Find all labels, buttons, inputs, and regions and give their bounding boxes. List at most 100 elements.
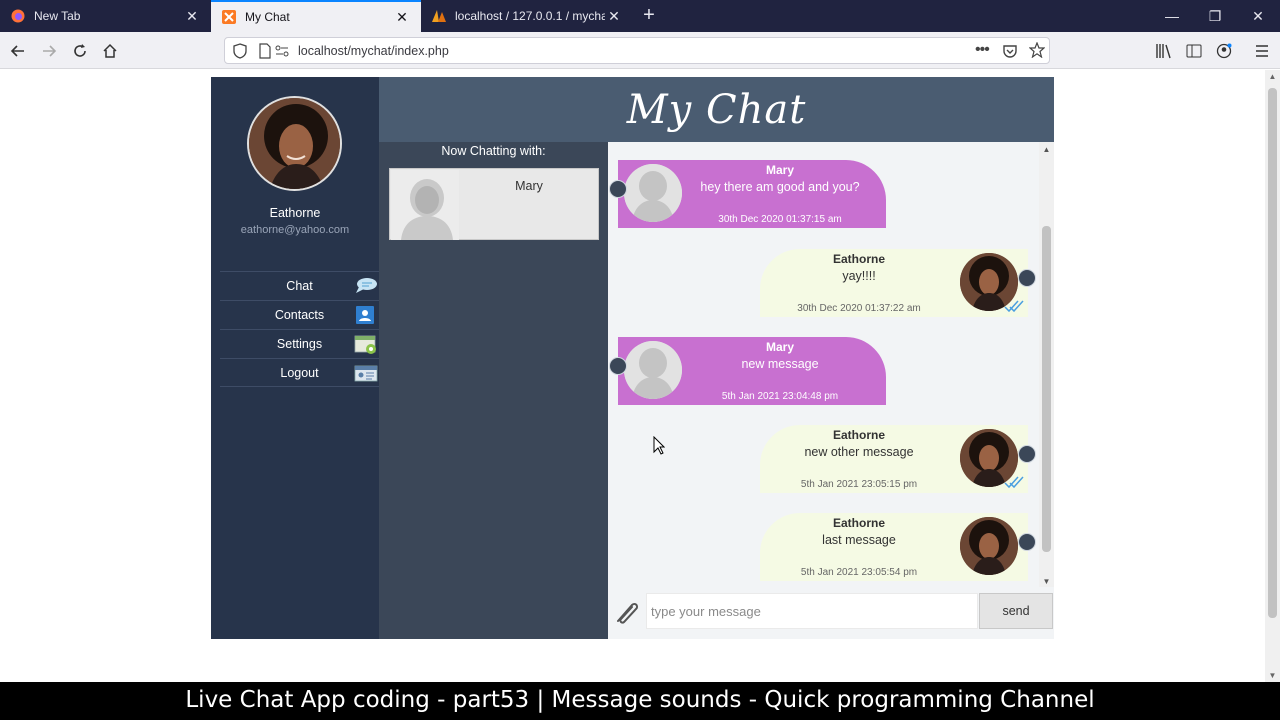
url-bar[interactable]: localhost/mychat/index.php •••: [224, 37, 1050, 64]
status-dot: [1018, 445, 1036, 463]
left-sidebar: Eathorne eathorne@yahoo.com Chat Contact…: [211, 77, 379, 639]
pocket-icon[interactable]: [1002, 43, 1018, 64]
permissions-icon[interactable]: [275, 44, 289, 63]
page-viewport: Eathorne eathorne@yahoo.com Chat Contact…: [0, 70, 1265, 682]
message-input[interactable]: [646, 593, 978, 629]
message-time: 5th Jan 2021 23:05:15 pm: [800, 479, 918, 490]
scroll-thumb[interactable]: [1042, 226, 1051, 552]
sidebar-item-contacts[interactable]: Contacts: [220, 300, 379, 329]
user-avatar: [960, 517, 1018, 575]
tab-label: My Chat: [245, 10, 290, 24]
library-icon[interactable]: [1152, 39, 1176, 63]
contacts-card-icon: [354, 306, 376, 324]
message-time: 30th Dec 2020 01:37:15 am: [718, 214, 842, 225]
page-actions-icon[interactable]: •••: [975, 41, 990, 59]
tab-label: localhost / 127.0.0.1 / mychat_: [455, 9, 605, 23]
message-text: hey there am good and you?: [700, 180, 860, 194]
message-outgoing: Eathorne yay!!!! 30th Dec 2020 01:37:22 …: [760, 249, 1036, 317]
forward-arrow-icon[interactable]: [37, 39, 61, 63]
close-tab-icon[interactable]: ✕: [183, 8, 201, 25]
close-tab-icon[interactable]: ✕: [393, 9, 411, 26]
contact-avatar: [391, 170, 459, 240]
active-contact-card[interactable]: Mary: [389, 168, 599, 240]
close-tab-icon[interactable]: ✕: [605, 8, 623, 25]
video-caption: Live Chat App coding - part53 | Message …: [0, 682, 1280, 720]
contacts-panel: Now Chatting with: Mary: [379, 142, 608, 639]
profile-avatar[interactable]: [247, 96, 342, 191]
read-receipt-icon: [1004, 299, 1026, 313]
reload-icon[interactable]: [68, 39, 92, 63]
contact-name: Mary: [515, 179, 543, 193]
send-button[interactable]: send: [979, 593, 1053, 629]
app-header: My Chat: [379, 77, 1054, 142]
message-text: last message: [822, 533, 896, 547]
logout-icon: [354, 364, 378, 382]
menu-label: Chat: [286, 279, 313, 293]
new-tab-button[interactable]: +: [639, 5, 659, 25]
sidebar-item-settings[interactable]: Settings: [220, 329, 379, 358]
close-window-icon[interactable]: ✕: [1236, 0, 1280, 32]
browser-tab-strip: New Tab ✕ My Chat ✕ localhost / 127.0.0.…: [0, 0, 1280, 32]
contact-avatar: [624, 341, 682, 399]
browser-tab-my-chat[interactable]: My Chat ✕: [211, 0, 421, 32]
messages-scrollbar[interactable]: ▲ ▼: [1039, 142, 1054, 587]
back-arrow-icon[interactable]: [6, 39, 30, 63]
message-incoming: Mary new message 5th Jan 2021 23:04:48 p…: [609, 337, 886, 405]
message-time: 30th Dec 2020 01:37:22 am: [797, 303, 921, 314]
browser-nav-bar: localhost/mychat/index.php •••: [0, 32, 1280, 69]
phpmyadmin-icon: [431, 8, 447, 24]
message-time: 5th Jan 2021 23:04:48 pm: [721, 391, 839, 402]
sidebar-item-logout[interactable]: Logout: [220, 358, 379, 387]
user-email: eathorne@yahoo.com: [240, 224, 350, 236]
bookmark-star-icon[interactable]: [1028, 41, 1046, 63]
contact-avatar: [624, 164, 682, 222]
restore-window-icon[interactable]: ❐: [1193, 0, 1237, 32]
message-time: 5th Jan 2021 23:05:54 pm: [800, 567, 918, 578]
mouse-cursor-icon: [653, 435, 666, 455]
scroll-down-icon[interactable]: ▼: [1041, 577, 1052, 586]
page-scrollbar[interactable]: ▲ ▼: [1265, 70, 1280, 682]
firefox-icon: [10, 8, 26, 24]
now-chatting-heading: Now Chatting with:: [441, 144, 546, 158]
settings-icon: [354, 335, 376, 354]
status-dot: [1018, 269, 1036, 287]
browser-tab-new-tab[interactable]: New Tab ✕: [0, 0, 211, 32]
account-icon[interactable]: [1212, 39, 1236, 63]
read-receipt-icon: [1004, 475, 1026, 489]
scroll-thumb[interactable]: [1268, 88, 1277, 618]
message-sender: Eathorne: [832, 516, 885, 530]
status-dot: [609, 180, 627, 198]
sidebar-item-chat[interactable]: Chat: [220, 271, 379, 300]
messages-area[interactable]: Mary hey there am good and you? 30th Dec…: [608, 142, 1039, 587]
chat-panel: Mary hey there am good and you? 30th Dec…: [608, 142, 1054, 639]
shield-icon[interactable]: [233, 43, 247, 64]
user-name: Eathorne: [269, 206, 321, 220]
home-icon[interactable]: [98, 39, 122, 63]
attachment-paperclip-icon[interactable]: [612, 599, 642, 627]
browser-tab-phpmyadmin[interactable]: localhost / 127.0.0.1 / mychat_ ✕: [421, 0, 633, 32]
message-sender: Mary: [765, 163, 794, 177]
chat-bubble-icon: [354, 277, 377, 295]
message-sender: Eathorne: [832, 252, 885, 266]
message-text: new message: [741, 357, 819, 371]
message-outgoing: Eathorne new other message 5th Jan 2021 …: [760, 425, 1036, 493]
minimize-window-icon[interactable]: —: [1150, 0, 1194, 32]
sidebar-toggle-icon[interactable]: [1182, 39, 1206, 63]
url-text: localhost/mychat/index.php: [298, 43, 449, 58]
compose-bar: send: [608, 587, 1054, 639]
status-dot: [1018, 533, 1036, 551]
scroll-down-icon[interactable]: ▼: [1267, 671, 1278, 680]
message-outgoing: Eathorne last message 5th Jan 2021 23:05…: [760, 513, 1036, 581]
sidebar-menu: Chat Contacts Settings Logout: [220, 271, 379, 387]
chat-app: Eathorne eathorne@yahoo.com Chat Contact…: [211, 77, 1054, 639]
page-info-icon[interactable]: [258, 43, 272, 64]
menu-label: Logout: [280, 365, 319, 380]
status-dot: [609, 357, 627, 375]
menu-label: Settings: [276, 337, 323, 351]
message-incoming: Mary hey there am good and you? 30th Dec…: [609, 160, 886, 228]
hamburger-menu-icon[interactable]: [1250, 39, 1274, 63]
scroll-up-icon[interactable]: ▲: [1267, 72, 1278, 81]
scroll-up-icon[interactable]: ▲: [1041, 145, 1052, 154]
message-sender: Mary: [765, 340, 794, 354]
message-text: new other message: [804, 445, 914, 459]
